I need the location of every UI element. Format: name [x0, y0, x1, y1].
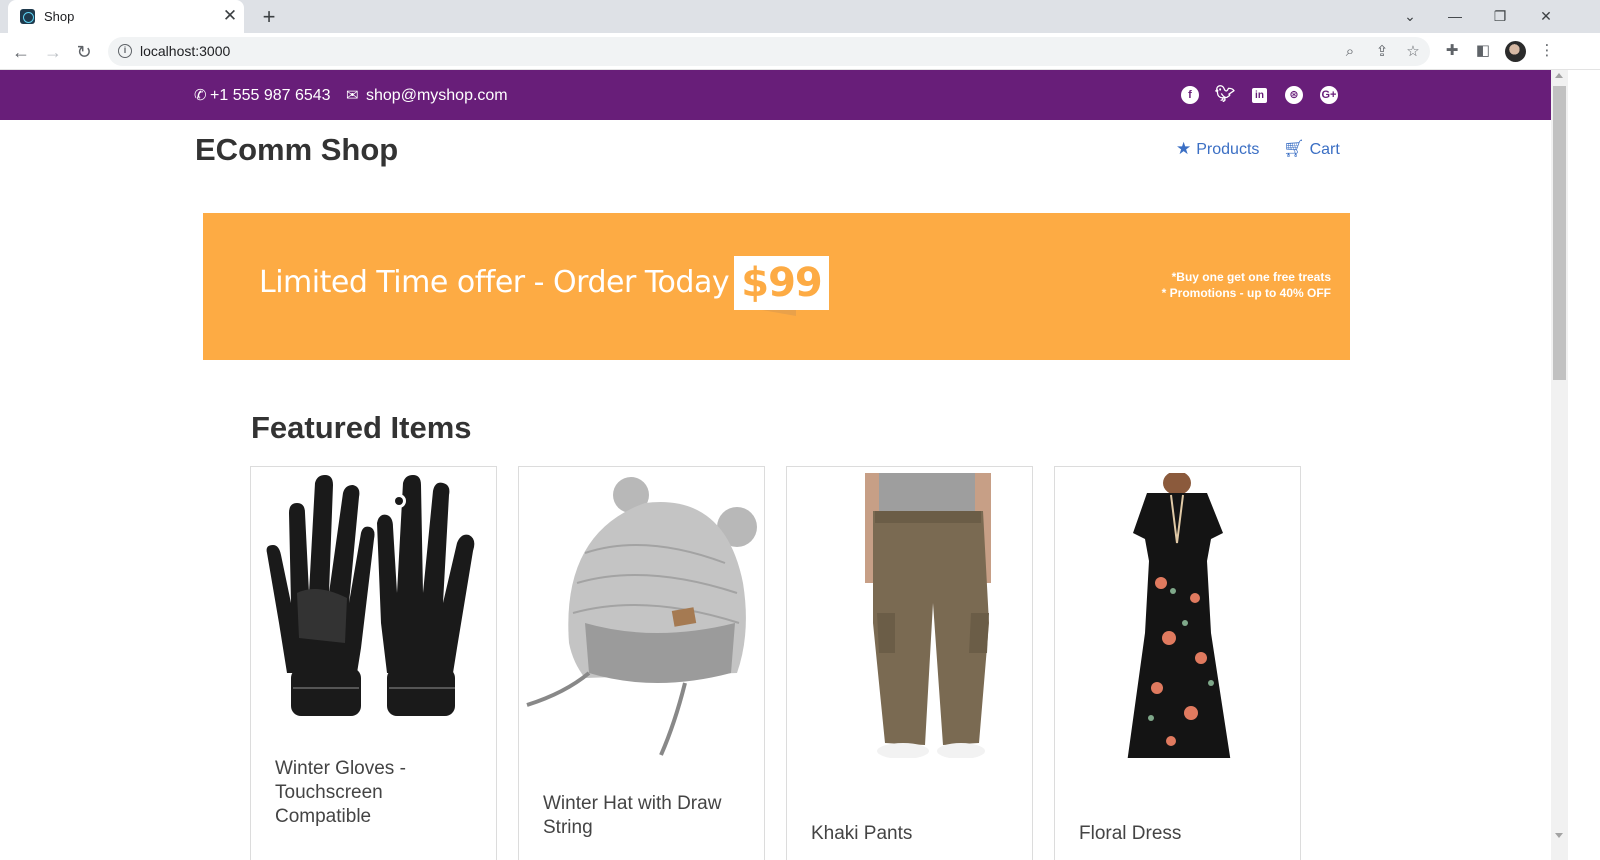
reload-icon[interactable]: ↻: [71, 39, 97, 65]
winter-gloves-image[interactable]: [257, 473, 490, 758]
url-text[interactable]: localhost:3000: [140, 43, 230, 59]
zoom-icon[interactable]: ⌕: [1339, 41, 1361, 63]
nav-products-label: Products: [1196, 141, 1260, 158]
contact-bar: ✆ +1 555 987 6543 ✉ shop@myshop.com f 🐦︎ i…: [0, 70, 1551, 120]
email-contact[interactable]: ✉ shop@myshop.com: [346, 86, 508, 105]
phone-contact[interactable]: ✆ +1 555 987 6543: [194, 86, 331, 105]
price-tag: $99: [734, 256, 829, 310]
tab-search-icon[interactable]: ⌄: [1397, 5, 1423, 27]
close-tab-icon[interactable]: ✕: [220, 6, 240, 26]
nav-cart-link[interactable]: 🛒︎ Cart: [1283, 139, 1340, 159]
email-address: shop@myshop.com: [366, 87, 508, 104]
scrollbar-thumb[interactable]: [1553, 86, 1566, 380]
forward-icon[interactable]: →: [40, 39, 66, 65]
product-title[interactable]: Floral Dress: [1079, 822, 1279, 846]
profile-avatar[interactable]: [1505, 41, 1526, 62]
browser-menu-icon[interactable]: ⋮: [1536, 40, 1558, 62]
promo-banner[interactable]: Limited Time offer - Order Today For $99…: [203, 213, 1350, 360]
twitter-icon[interactable]: 🐦︎: [1215, 86, 1235, 104]
close-window-button[interactable]: ✕: [1533, 5, 1559, 27]
promo-line-2: * Promotions - up to 40% OFF: [1161, 286, 1331, 300]
extensions-icon[interactable]: ✚: [1441, 40, 1463, 62]
scroll-down-arrow-icon[interactable]: [1555, 833, 1563, 838]
product-title[interactable]: Winter Gloves - Touchscreen Compatible: [275, 757, 475, 829]
dribbble-icon[interactable]: ⊛: [1285, 86, 1303, 104]
envelope-icon: ✉: [346, 87, 359, 104]
brand-logo-text[interactable]: EComm Shop: [195, 132, 398, 168]
page-scrollbar[interactable]: [1551, 70, 1568, 860]
scroll-up-arrow-icon[interactable]: [1555, 73, 1563, 78]
new-tab-button[interactable]: +: [256, 4, 282, 30]
facebook-icon[interactable]: f: [1181, 86, 1199, 104]
product-card[interactable]: Winter Gloves - Touchscreen Compatible: [250, 466, 497, 860]
product-title[interactable]: Khaki Pants: [811, 822, 1011, 846]
bookmark-star-icon[interactable]: ☆: [1402, 41, 1424, 63]
product-card[interactable]: Khaki Pants: [786, 466, 1033, 860]
linkedin-icon[interactable]: in: [1252, 88, 1267, 103]
browser-toolbar: ← → ↻ i localhost:3000 ⌕ ⇪ ☆: [0, 33, 1600, 70]
share-icon[interactable]: ⇪: [1371, 41, 1393, 63]
react-favicon-icon: [20, 9, 35, 24]
google-plus-icon[interactable]: G+: [1320, 86, 1338, 104]
phone-icon: ✆: [194, 87, 207, 104]
featured-items-heading: Featured Items: [251, 410, 472, 445]
browser-tab[interactable]: Shop ✕: [8, 0, 244, 33]
tab-title: Shop: [44, 9, 75, 24]
restore-button[interactable]: ❐: [1487, 5, 1513, 27]
banner-price: $99: [741, 260, 823, 306]
product-card[interactable]: Winter Hat with Draw String: [518, 466, 765, 860]
browser-tab-strip: Shop ✕ + ⌄ — ❐ ✕: [0, 0, 1600, 33]
star-icon: ★: [1176, 139, 1192, 158]
khaki-pants-image[interactable]: [793, 473, 1026, 758]
promo-line-1: *Buy one get one free treats: [1171, 270, 1331, 284]
page-viewport: ✆ +1 555 987 6543 ✉ shop@myshop.com f 🐦︎ i…: [0, 70, 1551, 860]
side-panel-icon[interactable]: ◧: [1472, 40, 1494, 62]
banner-headline: Limited Time offer - Order Today For: [259, 265, 784, 300]
product-title[interactable]: Winter Hat with Draw String: [543, 792, 743, 840]
nav-products-link[interactable]: ★ Products: [1176, 139, 1259, 159]
phone-number: +1 555 987 6543: [210, 87, 331, 104]
floral-dress-image[interactable]: [1061, 473, 1294, 758]
site-info-icon[interactable]: i: [118, 44, 132, 58]
product-card[interactable]: Floral Dress: [1054, 466, 1301, 860]
cart-icon: 🛒︎: [1283, 139, 1305, 158]
nav-cart-label: Cart: [1309, 141, 1340, 158]
address-bar[interactable]: i localhost:3000 ⌕ ⇪ ☆: [108, 37, 1430, 66]
winter-hat-image[interactable]: [525, 473, 758, 758]
minimize-button[interactable]: —: [1442, 5, 1468, 27]
back-icon[interactable]: ←: [8, 39, 34, 65]
